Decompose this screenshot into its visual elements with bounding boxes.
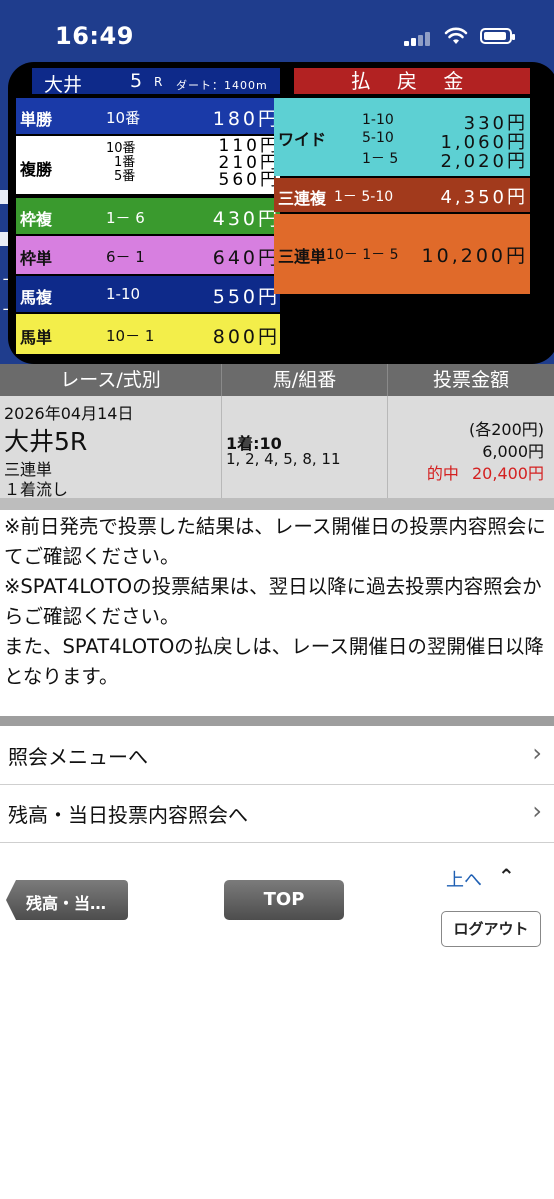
payout-amount: 800円 <box>212 326 280 348</box>
top-button[interactable]: TOP <box>224 880 344 920</box>
bet-type-label: ワイド <box>278 130 327 149</box>
notice-line: また、SPAT4LOTOの払戻しは、レース開催日の翌開催日以降となります。 <box>4 635 544 688</box>
bet-combination: 6－ 1 <box>106 248 145 266</box>
notice-line: ※前日発売で投票した結果は、レース開催日の投票内容照会にてご確認ください。 <box>4 515 546 568</box>
payout-amount: 430円 <box>212 208 280 230</box>
bet-combination: 1-10 <box>106 285 141 303</box>
payout-row-wakufuku: 枠複 1－ 6 430円 <box>16 198 280 234</box>
bet-combination: 1-10 <box>362 112 394 128</box>
payout-amount: 4,350円 <box>440 187 528 208</box>
payout-amount: 560円 <box>218 170 280 190</box>
race-number: 5 <box>130 70 143 92</box>
back-button[interactable]: 残高・当… <box>6 880 128 920</box>
unit-amount: (各200円) <box>468 420 544 439</box>
table-cell-horse: 1着:10 1, 2, 4, 5, 8, 11 <box>222 396 388 498</box>
menu-item-inquiry[interactable]: 照会メニューへ › <box>0 727 554 785</box>
bet-type-label: 馬複 <box>20 288 53 307</box>
bet-type-label: 複勝 <box>20 160 53 179</box>
payout-row-sanrenpuku: 三連複 1－ 5-10 4,350円 <box>274 178 530 212</box>
bet-combination: 5番 <box>114 169 136 184</box>
signal-icon <box>404 30 434 46</box>
bet-combination: 5-10 <box>362 130 394 146</box>
payout-amount: 550円 <box>212 286 280 308</box>
total-amount: 6,000円 <box>482 442 544 461</box>
wifi-icon <box>444 27 468 44</box>
bet-type-label: 三連複 <box>278 189 327 208</box>
bet-combination: 10番 <box>106 141 136 156</box>
hit-label: 的中 <box>426 464 459 483</box>
status-bar: 16:49 <box>0 0 554 64</box>
payout-amount: 640円 <box>212 247 280 269</box>
payout-header: 払 戻 金 <box>294 68 530 94</box>
race-date: 2026年04月14日 <box>4 404 134 423</box>
battery-icon <box>480 28 515 44</box>
table-header-horse: 馬/組番 <box>222 364 388 396</box>
bet-type-label: 馬単 <box>20 328 53 347</box>
payout-amount: 210円 <box>218 153 280 173</box>
table-header-amount: 投票金額 <box>388 364 554 396</box>
race-header: 大井 5 R ダート：1400m <box>32 68 280 96</box>
payout-row-wide: ワイド 1-10 5-10 1－ 5 330円 1,060円 2,020円 <box>274 98 530 176</box>
bet-combination: 10－ 1 <box>106 327 155 345</box>
back-button-label: 残高・当… <box>26 894 107 913</box>
bet-type-label: 枠単 <box>20 249 53 268</box>
payout-row-wakutan: 枠単 6－ 1 640円 <box>16 236 280 274</box>
bet-combination: 1番 <box>114 155 136 170</box>
menu-item-label: 照会メニューへ <box>8 745 148 769</box>
section-separator <box>0 716 554 726</box>
race-venue: 大井 <box>44 74 83 96</box>
chevron-right-icon: › <box>532 797 542 825</box>
payout-row-fukusho: 複勝 10番 1番 5番 110円 210円 560円 <box>16 136 280 194</box>
logout-button[interactable]: ログアウト <box>441 911 541 947</box>
menu-item-label: 残高・当日投票内容照会へ <box>8 803 248 827</box>
payout-amount: 10,200円 <box>421 245 528 267</box>
other-horses: 1, 2, 4, 5, 8, 11 <box>226 450 341 468</box>
payout-row-sanrentan: 三連単 10－ 1－ 5 10,200円 <box>274 214 530 294</box>
bet-combination: 1－ 5 <box>362 151 399 167</box>
scroll-up-link[interactable]: 上へ <box>446 866 482 892</box>
race-name: 大井5R <box>4 427 88 456</box>
bet-type-label: 枠複 <box>20 210 53 229</box>
hit-row: 的中 20,400円 <box>427 460 544 484</box>
notice-line: ※SPAT4LOTOの投票結果は、翌日以降に過去投票内容照会からご確認ください。 <box>4 575 542 628</box>
bet-combination: 10番 <box>106 109 141 127</box>
payout-amount: 2,020円 <box>440 151 528 172</box>
payout-row-tansho: 単勝 10番 180円 <box>16 98 280 134</box>
payout-row-umatan: 馬単 10－ 1 800円 <box>16 314 280 354</box>
race-suffix: R <box>154 75 163 89</box>
bet-combination: 10－ 1－ 5 <box>326 247 399 263</box>
chevron-up-icon[interactable]: ⌃ <box>498 864 515 888</box>
table-bottom-bar <box>0 498 554 510</box>
bet-combination: 1－ 6 <box>106 209 145 227</box>
table-header-race: レース/式別 <box>0 364 222 396</box>
chevron-right-icon: › <box>532 739 542 767</box>
bet-combination: 1－ 5-10 <box>334 189 394 205</box>
table-cell-race: 2026年04月14日 大井5R 三連単 １着流し <box>0 396 222 499</box>
bet-type-label: 三連単 <box>278 247 327 266</box>
menu-item-balance[interactable]: 残高・当日投票内容照会へ › <box>0 785 554 843</box>
status-time: 16:49 <box>55 22 134 50</box>
bet-method: １着流し <box>4 480 69 499</box>
bet-type-label: 単勝 <box>20 110 53 129</box>
table-cell-amount: (各200円) 6,000円 的中 20,400円 <box>388 396 554 498</box>
hit-amount: 20,400円 <box>472 464 544 483</box>
payout-row-umafuku: 馬複 1-10 550円 <box>16 276 280 312</box>
payout-board: 大井 5 R ダート：1400m 払 戻 金 単勝 10番 180円 複勝 10… <box>8 62 554 364</box>
notice-text: ※前日発売で投票した結果は、レース開催日の投票内容照会にてご確認ください。 ※S… <box>4 512 552 692</box>
payout-amount: 180円 <box>212 108 280 130</box>
race-distance: ダート：1400m <box>176 79 268 92</box>
payout-amount: 110円 <box>218 136 280 156</box>
